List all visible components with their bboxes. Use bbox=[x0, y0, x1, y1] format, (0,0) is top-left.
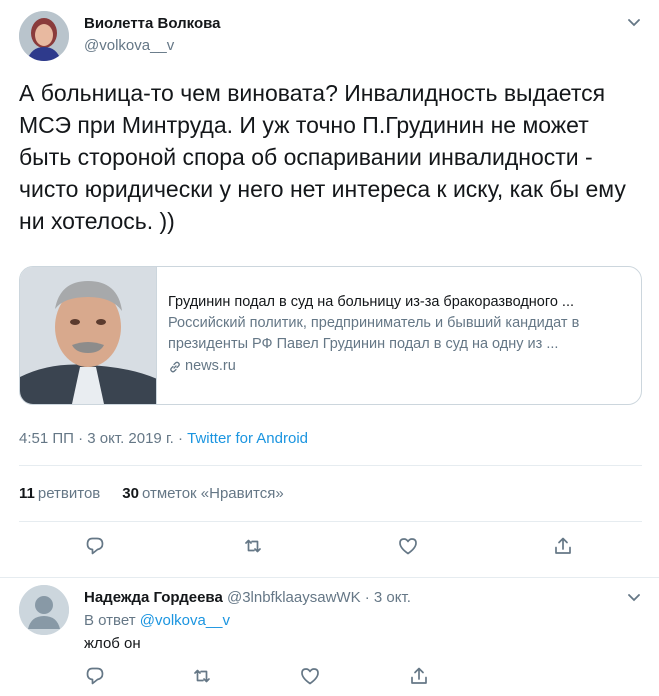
divider bbox=[19, 465, 642, 466]
tweet-time[interactable]: 4:51 ПП bbox=[19, 430, 74, 447]
reply-text: жлоб он bbox=[84, 635, 141, 652]
reply-author-name[interactable]: Надежда Гордеева bbox=[84, 589, 223, 606]
card-description: Российский политик, предприниматель и бы… bbox=[168, 315, 580, 352]
link-icon bbox=[170, 361, 180, 372]
chevron-down-icon[interactable] bbox=[624, 587, 644, 607]
retweets-label: ретвитов bbox=[37, 485, 101, 502]
meta-separator: · bbox=[364, 589, 370, 606]
card-thumbnail bbox=[20, 267, 157, 404]
author-handle[interactable]: @volkova__v bbox=[84, 37, 174, 54]
chevron-down-icon[interactable] bbox=[624, 12, 644, 32]
in-reply-to: В ответ @volkova__v bbox=[84, 612, 230, 629]
tweet-text: А больница-то чем виновата? Инвалидность… bbox=[19, 80, 626, 234]
tweet: Виолетта Волкова @volkova__v А больница-… bbox=[0, 0, 659, 578]
in-reply-prefix: В ответ bbox=[84, 612, 136, 629]
author-name[interactable]: Виолетта Волкова bbox=[84, 15, 221, 32]
author-avatar[interactable] bbox=[19, 11, 69, 61]
likes-label: отметок «Нравится» bbox=[141, 485, 284, 502]
reply-icon[interactable] bbox=[84, 665, 106, 687]
tweet-stats: 11 ретвитов 30 отметок «Нравится» bbox=[19, 485, 284, 502]
tweet-source[interactable]: Twitter for Android bbox=[187, 430, 308, 447]
reply-tweet: Надежда Гордеева @3lnbfklaaysawWK · 3 ок… bbox=[0, 579, 659, 696]
likes-stat[interactable]: 30 отметок «Нравится» bbox=[122, 485, 283, 502]
like-icon[interactable] bbox=[397, 535, 419, 557]
card-body: Грудинин подал в суд на больницу из-за б… bbox=[168, 292, 628, 377]
reply-avatar[interactable] bbox=[19, 585, 69, 635]
in-reply-mention[interactable]: @volkova__v bbox=[140, 612, 230, 629]
card-domain-row: news.ru bbox=[168, 356, 628, 377]
like-icon[interactable] bbox=[299, 665, 321, 687]
reply-header: Надежда Гордеева @3lnbfklaaysawWK · 3 ок… bbox=[84, 589, 411, 606]
share-icon[interactable] bbox=[408, 665, 430, 687]
retweets-stat[interactable]: 11 ретвитов bbox=[19, 485, 100, 502]
card-title: Грудинин подал в суд на больницу из-за б… bbox=[168, 294, 575, 310]
share-icon[interactable] bbox=[552, 535, 574, 557]
reply-author-handle[interactable]: @3lnbfklaaysawWK bbox=[227, 589, 361, 606]
reply-date[interactable]: 3 окт. bbox=[374, 589, 411, 606]
retweets-count: 11 bbox=[19, 485, 35, 502]
likes-count: 30 bbox=[122, 485, 139, 502]
meta-separator: · bbox=[78, 430, 84, 447]
link-card[interactable]: Грудинин подал в суд на больницу из-за б… bbox=[19, 266, 642, 405]
retweet-icon[interactable] bbox=[191, 665, 213, 687]
divider bbox=[19, 521, 642, 522]
reply-icon[interactable] bbox=[84, 535, 106, 557]
retweet-icon[interactable] bbox=[242, 535, 264, 557]
tweet-meta: 4:51 ПП · 3 окт. 2019 г. · Twitter for A… bbox=[19, 430, 308, 447]
meta-separator: · bbox=[177, 430, 183, 447]
tweet-date[interactable]: 3 окт. 2019 г. bbox=[87, 430, 173, 447]
card-domain: news.ru bbox=[185, 358, 236, 374]
